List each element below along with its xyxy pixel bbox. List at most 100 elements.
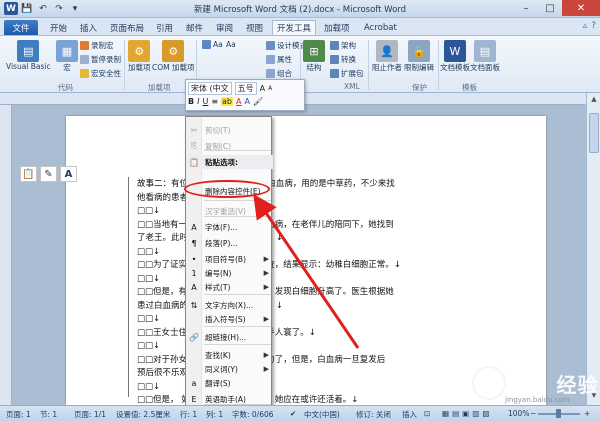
tab-developer[interactable]: 开发工具: [272, 20, 317, 35]
tab-acrobat[interactable]: Acrobat: [360, 20, 401, 35]
document-panel-icon: ▤: [474, 40, 496, 62]
paste-options: 📋 ✎ A: [20, 166, 77, 182]
macro-button[interactable]: ▦ 宏: [56, 40, 78, 73]
status-page-of[interactable]: 页面: 1/1: [74, 409, 106, 420]
content-control-bracket: [128, 177, 132, 397]
scroll-thumb[interactable]: [589, 113, 599, 153]
tab-review[interactable]: 审阅: [212, 20, 237, 35]
context-menu-item[interactable]: a 翻译(S): [186, 376, 273, 390]
zoom-slider-thumb[interactable]: [556, 409, 561, 418]
group-label-templates: 模板: [462, 83, 477, 92]
view-buttons[interactable]: ▦▤▣▥▧: [442, 409, 492, 418]
pause-record-button[interactable]: 暂停录制: [80, 54, 121, 65]
paste-keep-source-icon[interactable]: 📋: [20, 166, 37, 182]
plain-text-control-icon[interactable]: Aa: [226, 40, 236, 49]
com-addins-button[interactable]: ⚙ COM 加载项: [152, 40, 195, 73]
context-menu-label: 翻译(S): [205, 378, 231, 388]
schema-button[interactable]: 架构: [330, 40, 356, 51]
status-words[interactable]: 字数: 0/606: [232, 409, 274, 420]
document-panel-button[interactable]: ▤ 文档面板: [470, 40, 500, 73]
status-page[interactable]: 页面: 1: [6, 409, 31, 420]
highlight-icon[interactable]: ab: [221, 97, 234, 106]
ribbon-tabs: 文件 开始 插入 页面布局 引用 邮件 审阅 视图 开发工具 加载项 Acrob…: [0, 18, 600, 35]
tab-home[interactable]: 开始: [46, 20, 71, 35]
tab-mailings[interactable]: 邮件: [182, 20, 207, 35]
structure-icon: ⊞: [303, 40, 325, 62]
vertical-ruler[interactable]: [0, 105, 12, 405]
vertical-scrollbar[interactable]: ▲ ▼: [586, 93, 600, 405]
rich-text-control-icon[interactable]: Aa: [202, 40, 223, 49]
expansion-pack-button[interactable]: 扩展包: [330, 68, 364, 79]
scroll-up-icon[interactable]: ▲: [589, 95, 599, 105]
translate-icon: a: [191, 378, 197, 388]
transform-button[interactable]: 转换: [330, 54, 356, 65]
shrink-font-icon[interactable]: A: [268, 85, 272, 92]
context-menu-label: 查找(K): [205, 350, 231, 360]
tab-page-layout[interactable]: 页面布局: [106, 20, 148, 35]
hyperlink-icon: 🔗: [189, 332, 199, 342]
paste-merge-format-icon[interactable]: ✎: [40, 166, 57, 182]
status-track-changes[interactable]: 修订: 关闭: [356, 409, 391, 420]
context-menu-label: 编号(N): [205, 268, 232, 278]
addins-button[interactable]: ⚙ 加载项: [128, 40, 151, 73]
align-center-icon[interactable]: ≡: [211, 97, 218, 106]
format-painter-icon[interactable]: 🖌: [253, 97, 263, 106]
minimize-ribbon-icon[interactable]: ▵: [583, 21, 588, 31]
title-bar: W 💾 ↶ ↷ ▾ 新建 Microsoft Word 文档 (2).docx …: [0, 0, 600, 18]
tab-view[interactable]: 视图: [242, 20, 267, 35]
pause-record-icon: [80, 55, 89, 64]
record-macro-button[interactable]: 录制宏: [80, 40, 114, 51]
font-name-select[interactable]: 宋体 (中文: [188, 82, 232, 95]
status-language[interactable]: 中文(中国): [304, 409, 340, 420]
status-section[interactable]: 节: 1: [40, 409, 57, 420]
status-setting[interactable]: 设置值: 2.5厘米: [116, 409, 170, 420]
block-authors-icon: 👤: [376, 40, 398, 62]
document-template-button[interactable]: W 文档模板: [440, 40, 470, 73]
baidu-paw-icon: [472, 366, 506, 400]
status-bar: 页面: 1 节: 1 页面: 1/1 设置值: 2.5厘米 行: 1 列: 1 …: [0, 405, 600, 421]
group-button[interactable]: 组合: [266, 68, 292, 79]
tab-references[interactable]: 引用: [152, 20, 177, 35]
document-template-icon: W: [444, 40, 466, 62]
group-icon: [266, 69, 275, 78]
properties-button[interactable]: 属性: [266, 54, 292, 65]
bold-button[interactable]: B: [188, 97, 194, 106]
tab-addins[interactable]: 加载项: [320, 20, 354, 35]
group-label-addins: 加载项: [148, 83, 171, 92]
status-insert-mode[interactable]: 插入: [402, 409, 417, 420]
context-menu-item: ✂ 剪切(T): [186, 123, 273, 137]
group-label-protect: 保护: [412, 83, 427, 92]
warning-icon: [80, 69, 89, 78]
numbering-icon: 1: [191, 268, 197, 278]
visual-basic-button[interactable]: ▤ Visual Basic: [6, 40, 51, 71]
block-authors-button[interactable]: 👤 阻止作者: [372, 40, 402, 73]
macro-record-icon[interactable]: ⊡: [424, 409, 430, 418]
help-icon[interactable]: ?: [591, 21, 596, 31]
status-col[interactable]: 列: 1: [206, 409, 223, 420]
restrict-editing-button[interactable]: 🔒 限制编辑: [404, 40, 434, 73]
font-size-select[interactable]: 五号: [234, 82, 257, 95]
macro-icon: ▦: [56, 40, 78, 62]
structure-button[interactable]: ⊞ 结构: [303, 40, 325, 73]
spell-check-icon[interactable]: ✔: [290, 409, 296, 418]
tab-insert[interactable]: 插入: [76, 20, 101, 35]
minimize-icon[interactable]: –: [514, 0, 538, 16]
copy-icon: ⎘: [190, 141, 198, 150]
macro-security-button[interactable]: 宏安全性: [80, 68, 121, 79]
zoom-level[interactable]: 100%: [508, 409, 529, 418]
context-menu-label: 英语助手(A): [205, 394, 246, 404]
font-color-button[interactable]: A: [236, 97, 241, 106]
mini-toolbar: 宋体 (中文 五号 A A B I U ≡ ab A A 🖌: [185, 79, 305, 111]
italic-button[interactable]: I: [197, 97, 199, 106]
status-row[interactable]: 行: 1: [180, 409, 197, 420]
close-icon[interactable]: ✕: [562, 0, 600, 16]
underline-button[interactable]: U: [202, 97, 208, 106]
paste-text-only-icon[interactable]: A: [60, 166, 77, 182]
zoom-out-icon[interactable]: −: [530, 409, 536, 418]
styles-button[interactable]: A: [245, 97, 250, 106]
schema-icon: [330, 41, 339, 50]
maximize-icon[interactable]: □: [538, 0, 562, 16]
tab-file[interactable]: 文件: [4, 20, 38, 35]
zoom-in-icon[interactable]: +: [584, 409, 590, 418]
grow-font-icon[interactable]: A: [260, 84, 265, 93]
